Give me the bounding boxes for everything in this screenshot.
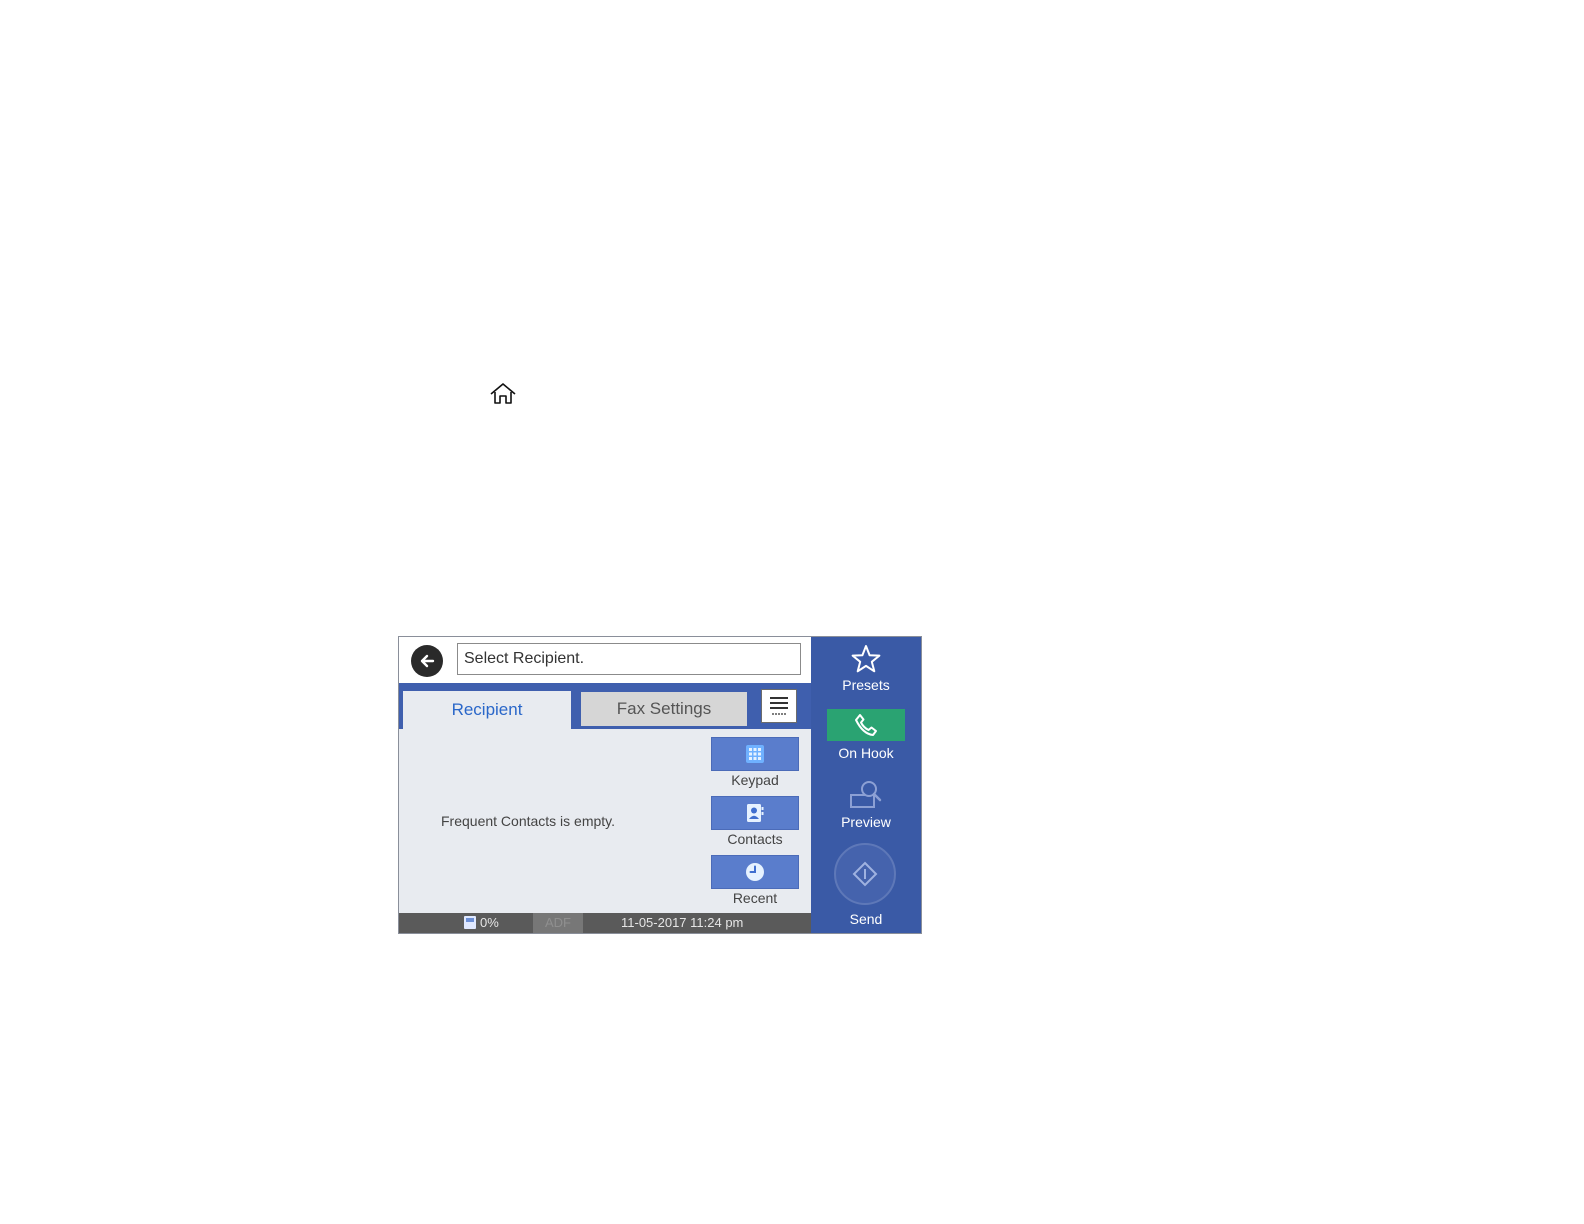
memory-status: 0% xyxy=(463,915,499,930)
keypad-icon xyxy=(746,745,764,763)
arrow-left-icon xyxy=(420,654,435,668)
contacts-button[interactable] xyxy=(711,796,799,830)
preview-icon[interactable] xyxy=(848,779,884,811)
on-hook-button[interactable] xyxy=(827,709,905,741)
recent-label: Recent xyxy=(732,890,778,906)
status-bar: 0% ADF 11-05-2017 11:24 pm xyxy=(399,913,811,933)
main-area: Select Recipient. Recipient Fax Settings… xyxy=(399,637,811,933)
contacts-icon xyxy=(747,804,764,822)
right-action-bar: Presets On Hook Preview Send xyxy=(811,637,921,933)
keypad-button[interactable] xyxy=(711,737,799,771)
tab-bar: Recipient Fax Settings xyxy=(399,683,811,729)
send-button[interactable] xyxy=(834,843,896,905)
star-icon[interactable] xyxy=(850,643,882,675)
phone-icon xyxy=(855,714,877,736)
fax-control-panel: Select Recipient. Recipient Fax Settings… xyxy=(398,636,922,934)
recipient-field[interactable]: Select Recipient. xyxy=(457,643,801,675)
tab-recipient[interactable]: Recipient xyxy=(403,691,571,729)
menu-button[interactable] xyxy=(761,689,797,723)
clock-icon xyxy=(746,863,764,881)
recent-button[interactable] xyxy=(711,855,799,889)
keypad-label: Keypad xyxy=(731,772,779,788)
header-bar: Select Recipient. xyxy=(399,637,811,683)
presets-label[interactable]: Presets xyxy=(811,677,921,693)
memory-icon xyxy=(464,916,476,929)
contacts-label: Contacts xyxy=(727,831,783,847)
list-menu-icon xyxy=(770,697,788,715)
memory-percent: 0% xyxy=(480,915,499,930)
tab-fax-settings[interactable]: Fax Settings xyxy=(581,692,747,726)
date-time: 11-05-2017 11:24 pm xyxy=(621,915,744,930)
on-hook-label[interactable]: On Hook xyxy=(811,745,921,761)
send-label[interactable]: Send xyxy=(811,911,921,927)
send-diamond-icon xyxy=(852,861,878,887)
home-icon xyxy=(490,383,516,404)
adf-indicator: ADF xyxy=(533,913,583,933)
preview-label[interactable]: Preview xyxy=(811,814,921,830)
empty-contacts-message: Frequent Contacts is empty. xyxy=(441,813,616,829)
back-button[interactable] xyxy=(411,645,443,677)
